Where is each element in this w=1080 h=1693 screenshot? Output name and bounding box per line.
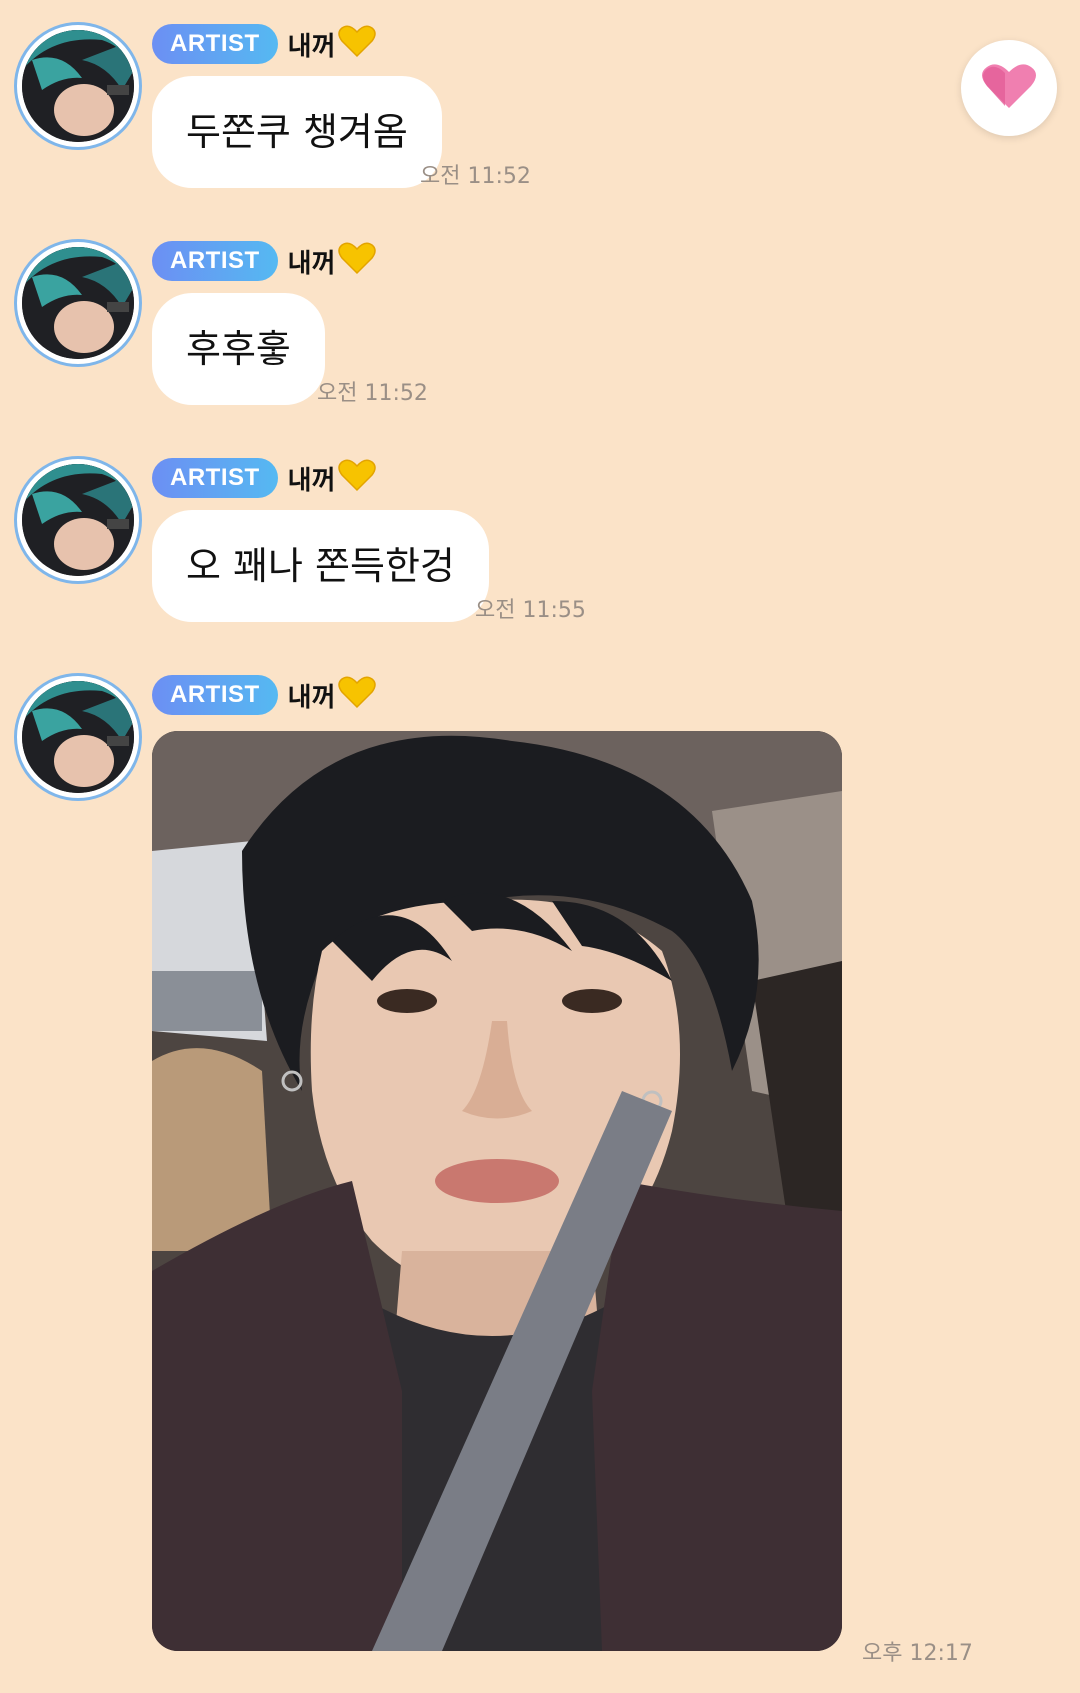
sender-name-text: 내꺼 — [287, 248, 336, 279]
sender-name-text: 내꺼 — [287, 682, 336, 713]
artist-badge: ARTIST — [152, 241, 278, 281]
yellow-heart-icon — [337, 675, 376, 716]
chat-message: ARTIST 내꺼 오후 12:17 — [0, 673, 1080, 1666]
artist-avatar[interactable] — [14, 239, 142, 367]
sender-name: 내꺼 — [288, 24, 376, 65]
avatar-image — [22, 681, 134, 793]
yellow-heart-icon — [337, 24, 376, 65]
artist-avatar[interactable] — [14, 456, 142, 584]
artist-badge: ARTIST — [152, 458, 278, 498]
chat-message: ARTIST 내꺼 두쫀쿠 챙겨옴 오전 11:52 — [0, 22, 1080, 192]
yellow-heart-icon — [337, 458, 376, 499]
avatar-image — [22, 30, 134, 142]
artist-avatar[interactable] — [14, 673, 142, 801]
chat-message: ARTIST 내꺼 오 꽤나 쫀득한겅 오전 11:55 — [0, 456, 1080, 626]
message-bubble[interactable]: 후후훟 — [152, 293, 325, 405]
sender-name: 내꺼 — [288, 675, 376, 716]
sender-name-text: 내꺼 — [287, 31, 336, 62]
chat-room: ARTIST 내꺼 두쫀쿠 챙겨옴 오전 11:52 ARTIST 내꺼 후후훟… — [0, 0, 1080, 1693]
message-header: ARTIST 내꺼 — [152, 24, 376, 64]
yellow-heart-icon — [337, 241, 376, 282]
chat-message: ARTIST 내꺼 후후훟 오전 11:52 — [0, 239, 1080, 409]
message-time: 오전 11:52 — [420, 164, 531, 189]
message-time: 오후 12:17 — [862, 1641, 973, 1666]
artist-badge: ARTIST — [152, 24, 278, 64]
artist-badge: ARTIST — [152, 675, 278, 715]
message-time: 오전 11:52 — [317, 381, 428, 406]
message-header: ARTIST 내꺼 — [152, 458, 376, 498]
message-header: ARTIST 내꺼 — [152, 675, 376, 715]
avatar-image — [22, 464, 134, 576]
sender-name-text: 내꺼 — [287, 465, 336, 496]
message-bubble[interactable]: 오 꽤나 쫀득한겅 — [152, 510, 489, 622]
sender-name: 내꺼 — [288, 458, 376, 499]
artist-avatar[interactable] — [14, 22, 142, 150]
heart-reaction-button[interactable] — [961, 40, 1057, 136]
sender-name: 내꺼 — [288, 241, 376, 282]
message-photo[interactable] — [152, 731, 842, 1651]
heart-reaction-icon — [981, 62, 1037, 114]
message-time: 오전 11:55 — [475, 598, 586, 623]
message-header: ARTIST 내꺼 — [152, 241, 376, 281]
message-bubble[interactable]: 두쫀쿠 챙겨옴 — [152, 76, 442, 188]
avatar-image — [22, 247, 134, 359]
